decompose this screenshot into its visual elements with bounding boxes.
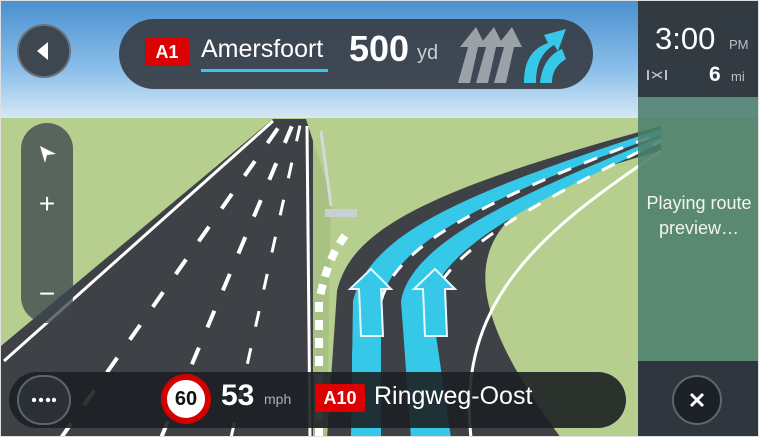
zoom-in-button[interactable]: + <box>21 179 73 229</box>
back-arrow-icon <box>37 42 48 60</box>
zoom-out-button[interactable]: − <box>21 269 73 319</box>
destination-name: Amersfoort <box>201 35 324 63</box>
road-number-badge: A1 <box>145 38 189 66</box>
close-icon <box>689 392 705 408</box>
lane-guidance-icon <box>458 27 566 83</box>
remaining-distance: 6 <box>709 63 721 86</box>
route-preview-status: Playing route preview… <box>646 193 752 238</box>
back-button[interactable] <box>17 24 71 78</box>
distance-unit: yd <box>417 42 439 64</box>
minus-icon: − <box>38 278 56 309</box>
speed-limit-sign: 60 <box>161 374 211 424</box>
more-dots-icon <box>31 397 57 403</box>
main-menu-button[interactable] <box>17 375 71 425</box>
current-street-name: Ringweg-Oost <box>374 382 533 410</box>
remaining-distance-icon <box>647 70 667 80</box>
close-preview-button[interactable] <box>672 375 722 425</box>
navigation-arrow-icon <box>40 146 56 163</box>
plus-icon: + <box>38 188 56 219</box>
current-speed: 53 <box>221 379 255 412</box>
navigation-screen: A1 Amersfoort 500 yd 3:00 PM 6 mi Playin… <box>0 0 759 437</box>
remaining-distance-unit: mi <box>731 69 745 84</box>
destination-underline <box>201 69 328 72</box>
arrival-ampm: PM <box>729 37 749 52</box>
distance-to-turn: 500 <box>349 28 410 69</box>
current-road-badge: A10 <box>315 384 365 412</box>
speed-unit: mph <box>264 391 292 407</box>
recenter-button[interactable] <box>21 129 73 179</box>
arrival-time: 3:00 <box>655 21 716 56</box>
